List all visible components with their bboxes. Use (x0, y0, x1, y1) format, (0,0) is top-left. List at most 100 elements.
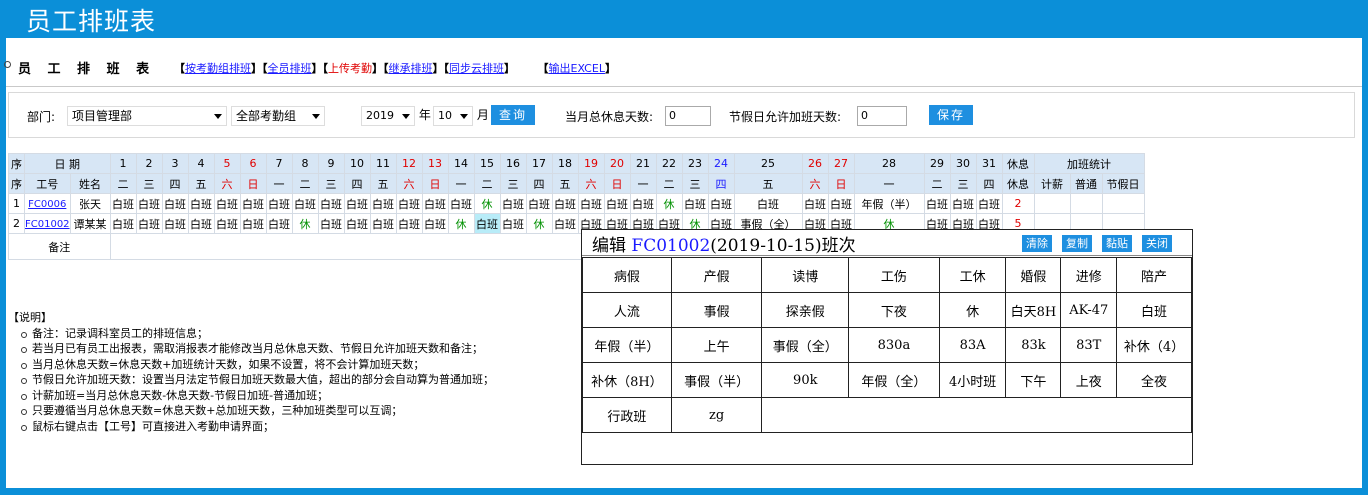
dept-select[interactable]: 项目管理部 (67, 106, 227, 126)
shift-cell[interactable]: 白班 (551, 213, 579, 234)
shift-cell[interactable]: 白班 (733, 193, 803, 214)
shift-option[interactable]: 补休（4） (1116, 327, 1192, 363)
shift-option[interactable]: 83T (1060, 327, 1118, 363)
shift-cell[interactable]: 休 (473, 193, 501, 214)
shift-option[interactable]: 工伤 (848, 257, 940, 293)
shift-option[interactable]: 陪产 (1116, 257, 1192, 293)
holiday-ot-input[interactable]: 0 (857, 106, 907, 126)
shift-cell[interactable]: 白班 (109, 213, 137, 234)
shift-cell[interactable]: 白班 (161, 193, 189, 214)
shift-cell[interactable]: 白班 (317, 193, 345, 214)
shift-cell[interactable]: 白班 (395, 213, 423, 234)
shift-option[interactable]: 83A (938, 327, 1007, 363)
emp-no-link[interactable]: FC01002 (25, 219, 69, 230)
toolbar-link[interactable]: 按考勤组排班 (185, 62, 251, 75)
shift-cell[interactable]: 白班 (135, 213, 163, 234)
shift-option[interactable]: 830a (848, 327, 940, 363)
shift-cell[interactable]: 白班 (923, 193, 951, 214)
toolbar-link[interactable]: 输出EXCEL (549, 62, 605, 75)
shift-cell[interactable]: 白班 (213, 193, 241, 214)
shift-cell[interactable]: 白班 (707, 193, 735, 214)
shift-cell[interactable]: 白班 (109, 193, 137, 214)
toolbar-link[interactable]: 继承排班 (389, 62, 433, 75)
shift-cell[interactable]: 休 (525, 213, 553, 234)
emp-no-link[interactable]: FC0006 (28, 199, 66, 210)
shift-option[interactable]: 产假 (670, 257, 763, 293)
shift-option[interactable]: 下夜 (848, 292, 940, 328)
shift-cell[interactable]: 白班 (369, 213, 397, 234)
shift-option[interactable]: 事假（全） (761, 327, 850, 363)
shift-cell[interactable]: 白班 (447, 193, 475, 214)
shift-cell[interactable]: 白班 (681, 193, 709, 214)
shift-option[interactable]: 白班 (1116, 292, 1192, 328)
shift-option[interactable]: 上午 (670, 327, 763, 363)
save-button[interactable]: 保存 (929, 105, 974, 125)
shift-cell[interactable]: 休 (655, 193, 683, 214)
shift-cell[interactable]: 白班 (395, 193, 423, 214)
shift-cell[interactable]: 白班 (161, 213, 189, 234)
shift-option[interactable]: 人流 (582, 292, 672, 328)
shift-cell[interactable]: 白班 (265, 213, 293, 234)
query-button[interactable]: 查询 (491, 105, 536, 125)
shift-cell[interactable]: 白班 (187, 213, 215, 234)
shift-cell[interactable]: 白班 (499, 193, 527, 214)
shift-option[interactable]: 上夜 (1060, 362, 1118, 398)
shift-cell[interactable]: 白班 (421, 193, 449, 214)
shift-option[interactable]: 年假（全） (848, 362, 940, 398)
shift-cell[interactable]: 白班 (577, 193, 605, 214)
shift-cell[interactable]: 白班 (603, 193, 631, 214)
shift-cell[interactable]: 休 (447, 213, 475, 234)
shift-cell[interactable]: 年假（半） (853, 193, 925, 214)
shift-option[interactable]: 事假（半） (670, 362, 763, 398)
shift-option[interactable]: 事假 (670, 292, 763, 328)
shift-option[interactable]: 进修 (1060, 257, 1118, 293)
ot-normal-cell[interactable] (1069, 193, 1103, 214)
shift-option[interactable]: 83k (1005, 327, 1062, 363)
shift-option[interactable]: 下午 (1005, 362, 1062, 398)
shift-option[interactable]: AK-47 (1060, 292, 1118, 328)
shift-option[interactable]: 90k (761, 362, 850, 398)
shift-option[interactable]: 白天8H (1005, 292, 1062, 328)
shift-option[interactable]: zg (670, 397, 763, 433)
shift-cell[interactable]: 白班 (317, 213, 345, 234)
shift-option[interactable]: 病假 (582, 257, 672, 293)
ot-holiday-cell[interactable] (1101, 193, 1145, 214)
group-select[interactable]: 全部考勤组 (231, 106, 325, 126)
shift-option[interactable]: 行政班 (582, 397, 672, 433)
ot-calc-cell[interactable] (1033, 193, 1071, 214)
shift-option[interactable]: 读博 (761, 257, 850, 293)
toolbar-link[interactable]: 全员排班 (268, 62, 312, 75)
shift-cell[interactable]: 白班 (291, 193, 319, 214)
shift-option[interactable]: 婚假 (1005, 257, 1062, 293)
shift-cell[interactable]: 白班 (421, 213, 449, 234)
shift-cell[interactable]: 白班 (975, 193, 1003, 214)
shift-cell[interactable]: 白班 (525, 193, 553, 214)
shift-cell[interactable]: 休 (291, 213, 319, 234)
shift-cell[interactable]: 白班 (135, 193, 163, 214)
shift-cell[interactable]: 白班 (239, 213, 267, 234)
shift-option[interactable]: 补休（8H） (582, 362, 672, 398)
shift-cell[interactable]: 白班 (265, 193, 293, 214)
month-select[interactable]: 10 (433, 106, 473, 126)
clear-button[interactable]: 清除 (1022, 235, 1052, 252)
copy-button[interactable]: 复制 (1062, 235, 1092, 252)
shift-option[interactable]: 工休 (938, 257, 1007, 293)
shift-cell[interactable]: 白班 (629, 193, 657, 214)
shift-cell[interactable]: 白班 (827, 193, 855, 214)
shift-cell[interactable]: 白班 (473, 213, 501, 234)
shift-option[interactable]: 4小时班 (938, 362, 1007, 398)
shift-cell[interactable]: 白班 (343, 213, 371, 234)
toolbar-link[interactable]: 同步云排班 (449, 62, 504, 75)
shift-cell[interactable]: 白班 (213, 213, 241, 234)
toolbar-link[interactable]: 上传考勤 (328, 62, 372, 75)
shift-cell[interactable]: 白班 (239, 193, 267, 214)
shift-cell[interactable]: 白班 (801, 193, 829, 214)
shift-cell[interactable]: 白班 (949, 193, 977, 214)
shift-option[interactable]: 全夜 (1116, 362, 1192, 398)
shift-option[interactable]: 休 (938, 292, 1007, 328)
paste-button[interactable]: 黏贴 (1102, 235, 1132, 252)
shift-cell[interactable]: 白班 (187, 193, 215, 214)
close-button[interactable]: 关闭 (1142, 235, 1172, 252)
shift-cell[interactable]: 白班 (343, 193, 371, 214)
year-select[interactable]: 2019 (361, 106, 415, 126)
